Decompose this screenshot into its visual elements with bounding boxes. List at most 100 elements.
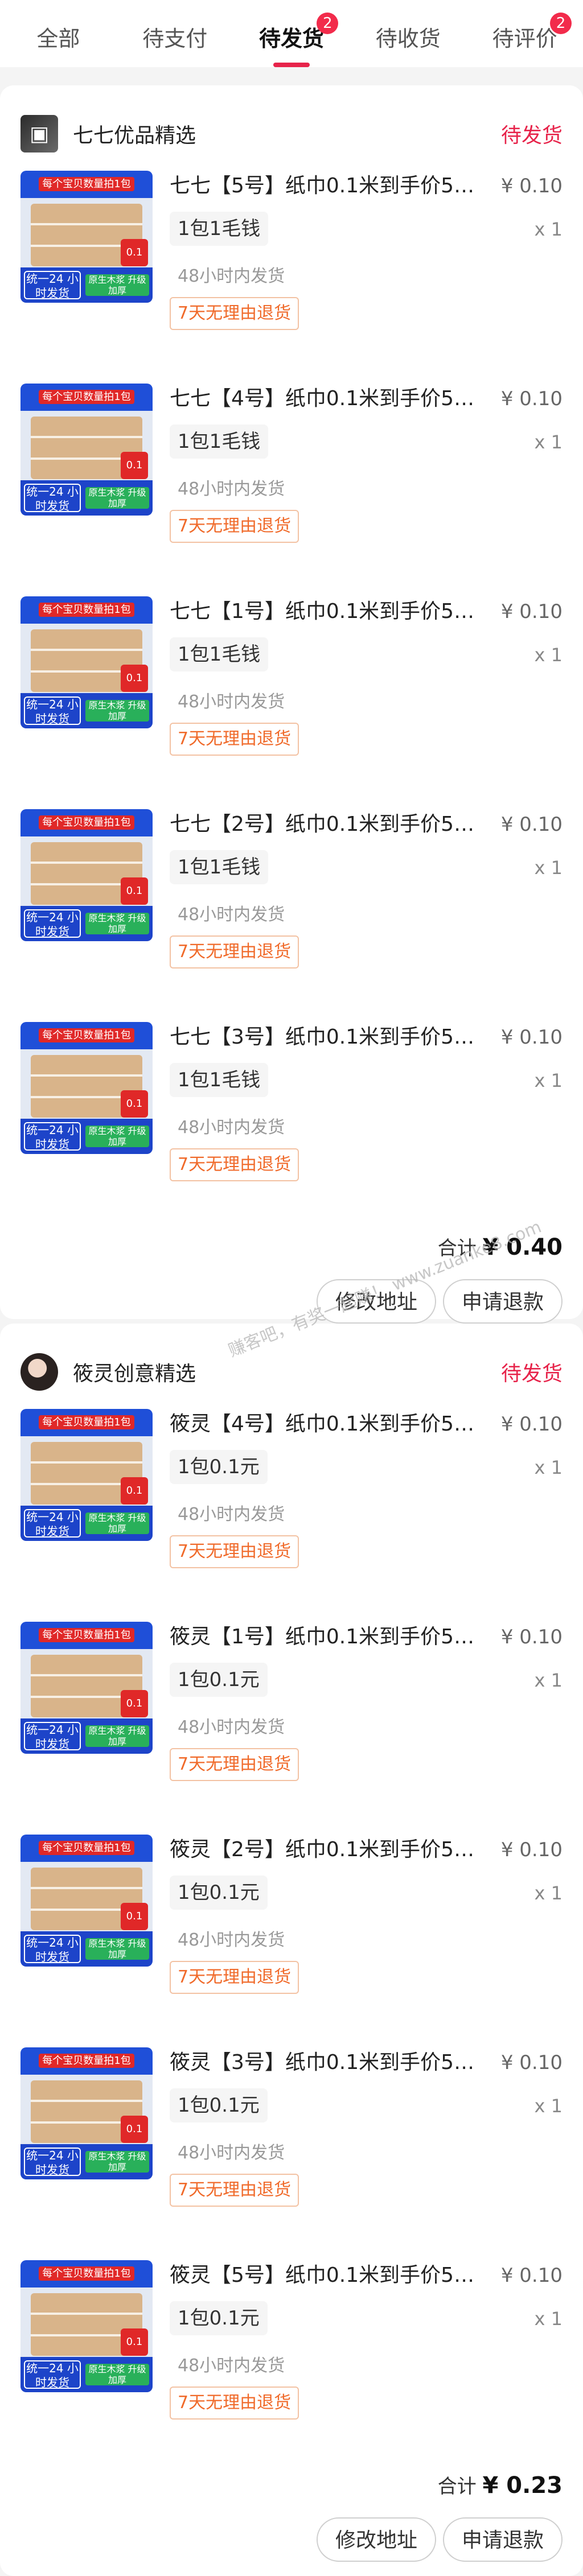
thumb-banner: 每个宝贝数量拍1包 bbox=[20, 384, 153, 411]
thumb-banner: 每个宝贝数量拍1包 bbox=[20, 1622, 153, 1649]
thumb-shipping-text: 统一24 小时发货 bbox=[24, 271, 81, 300]
product-thumbnail[interactable]: 每个宝贝数量拍1包 0.1 统一24 小时发货 原生木浆 升级加厚 bbox=[20, 2047, 153, 2179]
shipping-promise: 48小时内发货 bbox=[178, 266, 285, 286]
thumb-banner: 每个宝贝数量拍1包 bbox=[20, 1409, 153, 1436]
product-title[interactable]: 七七【5号】纸巾0.1米到手价5个链… bbox=[170, 172, 488, 200]
product-quantity: x 1 bbox=[534, 1457, 563, 1478]
tab-pending-receipt[interactable]: 待收货 bbox=[350, 0, 466, 67]
thumb-banner: 每个宝贝数量拍1包 bbox=[20, 1835, 153, 1862]
product-spec: 1包1毛钱 bbox=[170, 637, 269, 671]
product-thumbnail[interactable]: 每个宝贝数量拍1包 0.1 统一24 小时发货 原生木浆 升级加厚 bbox=[20, 1409, 153, 1541]
shop-header[interactable]: ▣ 七七优品精选 待发货 bbox=[20, 114, 563, 154]
thumb-footer: 统一24 小时发货 原生木浆 升级加厚 bbox=[20, 1119, 153, 1154]
order-item[interactable]: 每个宝贝数量拍1包 0.1 统一24 小时发货 原生木浆 升级加厚 筱灵【4号】纸巾0.… bbox=[20, 1409, 563, 1619]
product-spec: 1包1毛钱 bbox=[170, 424, 269, 459]
product-spec: 1包0.1元 bbox=[170, 1450, 268, 1484]
thumb-banner: 每个宝贝数量拍1包 bbox=[20, 809, 153, 836]
thumb-footer: 统一24 小时发货 原生木浆 升级加厚 bbox=[20, 2357, 153, 2392]
product-thumbnail[interactable]: 每个宝贝数量拍1包 0.1 统一24 小时发货 原生木浆 升级加厚 bbox=[20, 1622, 153, 1754]
product-thumbnail[interactable]: 每个宝贝数量拍1包 0.1 统一24 小时发货 原生木浆 升级加厚 bbox=[20, 171, 153, 303]
order-item[interactable]: 每个宝贝数量拍1包 0.1 统一24 小时发货 原生木浆 升级加厚 筱灵【3号】纸巾0.… bbox=[20, 2047, 563, 2258]
tab-count-badge: 2 bbox=[317, 13, 339, 34]
return-policy-tag: 7天无理由退货 bbox=[170, 2387, 299, 2420]
thumb-price-tag: 0.1 bbox=[121, 2328, 148, 2356]
product-quantity: x 1 bbox=[534, 2308, 563, 2330]
thumb-feature-text: 原生木浆 升级加厚 bbox=[85, 2364, 149, 2385]
product-spec: 1包1毛钱 bbox=[170, 1063, 269, 1097]
tab-label: 待支付 bbox=[142, 26, 208, 51]
thumb-price-tag: 0.1 bbox=[121, 665, 148, 692]
return-policy-tag: 7天无理由退货 bbox=[170, 935, 299, 968]
total-amount: ¥ 0.23 bbox=[482, 2472, 563, 2499]
thumb-price-tag: 0.1 bbox=[121, 1690, 148, 1717]
product-title[interactable]: 筱灵【4号】纸巾0.1米到手价5个链… bbox=[170, 1410, 488, 1439]
thumb-price-tag: 0.1 bbox=[121, 1477, 148, 1505]
product-spec: 1包0.1元 bbox=[170, 2301, 268, 2335]
product-thumbnail[interactable]: 每个宝贝数量拍1包 0.1 统一24 小时发货 原生木浆 升级加厚 bbox=[20, 1022, 153, 1154]
return-policy-tag: 7天无理由退货 bbox=[170, 723, 299, 756]
order-item[interactable]: 每个宝贝数量拍1包 0.1 统一24 小时发货 原生木浆 升级加厚 筱灵【2号】纸巾0.… bbox=[20, 1835, 563, 2045]
order-item[interactable]: 每个宝贝数量拍1包 0.1 统一24 小时发货 原生木浆 升级加厚 七七【2号】纸巾0.… bbox=[20, 809, 563, 1020]
product-title[interactable]: 七七【1号】纸巾0.1米到手价5个链… bbox=[170, 597, 488, 626]
thumb-price-tag: 0.1 bbox=[121, 1903, 148, 1930]
tab-pending-payment[interactable]: 待支付 bbox=[117, 0, 233, 67]
thumb-footer: 统一24 小时发货 原生木浆 升级加厚 bbox=[20, 1718, 153, 1754]
thumb-banner: 每个宝贝数量拍1包 bbox=[20, 171, 153, 198]
return-policy-tag: 7天无理由退货 bbox=[170, 1535, 299, 1568]
thumb-feature-text: 原生木浆 升级加厚 bbox=[85, 1512, 149, 1534]
product-quantity: x 1 bbox=[534, 857, 563, 879]
return-policy-tag: 7天无理由退货 bbox=[170, 510, 299, 543]
product-title[interactable]: 七七【3号】纸巾0.1米到手价5个链… bbox=[170, 1023, 488, 1052]
product-thumbnail[interactable]: 每个宝贝数量拍1包 0.1 统一24 小时发货 原生木浆 升级加厚 bbox=[20, 596, 153, 728]
product-thumbnail[interactable]: 每个宝贝数量拍1包 0.1 统一24 小时发货 原生木浆 升级加厚 bbox=[20, 809, 153, 941]
tab-count-badge: 2 bbox=[549, 13, 572, 34]
thumb-feature-text: 原生木浆 升级加厚 bbox=[85, 487, 149, 509]
tab-all[interactable]: 全部 bbox=[0, 0, 117, 67]
order-item[interactable]: 每个宝贝数量拍1包 0.1 统一24 小时发货 原生木浆 升级加厚 七七【4号】纸巾0.… bbox=[20, 384, 563, 594]
product-title[interactable]: 筱灵【5号】纸巾0.1米到手价5个链… bbox=[170, 2261, 488, 2290]
product-quantity: x 1 bbox=[534, 219, 563, 240]
product-spec: 1包0.1元 bbox=[170, 1876, 268, 1910]
product-title[interactable]: 七七【4号】纸巾0.1米到手价5个链… bbox=[170, 385, 488, 413]
tab-pending-review[interactable]: 待评价 2 bbox=[466, 0, 583, 67]
thumb-shipping-text: 统一24 小时发货 bbox=[24, 1722, 81, 1751]
request-refund-button[interactable]: 申请退款 bbox=[443, 1279, 563, 1324]
order-status-tabs: 全部 待支付 待发货 2 待收货 待评价 2 bbox=[0, 0, 583, 67]
order-item[interactable]: 每个宝贝数量拍1包 0.1 统一24 小时发货 原生木浆 升级加厚 筱灵【5号】纸巾0.… bbox=[20, 2260, 563, 2471]
product-title[interactable]: 筱灵【2号】纸巾0.1米到手价5个链… bbox=[170, 1836, 488, 1864]
thumb-price-tag: 0.1 bbox=[121, 877, 148, 905]
product-quantity: x 1 bbox=[534, 2095, 563, 2117]
product-title[interactable]: 筱灵【1号】纸巾0.1米到手价5个链… bbox=[170, 1623, 488, 1651]
thumb-shipping-text: 统一24 小时发货 bbox=[24, 909, 81, 938]
product-thumbnail[interactable]: 每个宝贝数量拍1包 0.1 统一24 小时发货 原生木浆 升级加厚 bbox=[20, 1835, 153, 1967]
thumb-footer: 统一24 小时发货 原生木浆 升级加厚 bbox=[20, 906, 153, 941]
product-quantity: x 1 bbox=[534, 644, 563, 666]
tab-pending-shipment[interactable]: 待发货 2 bbox=[233, 0, 350, 67]
thumb-footer: 统一24 小时发货 原生木浆 升级加厚 bbox=[20, 693, 153, 728]
tab-label: 待发货 bbox=[258, 26, 324, 51]
thumb-banner: 每个宝贝数量拍1包 bbox=[20, 2047, 153, 2075]
modify-address-button[interactable]: 修改地址 bbox=[317, 2517, 436, 2562]
product-thumbnail[interactable]: 每个宝贝数量拍1包 0.1 统一24 小时发货 原生木浆 升级加厚 bbox=[20, 384, 153, 516]
product-title[interactable]: 七七【2号】纸巾0.1米到手价5个链… bbox=[170, 810, 488, 839]
order-item[interactable]: 每个宝贝数量拍1包 0.1 统一24 小时发货 原生木浆 升级加厚 七七【3号】纸巾0.… bbox=[20, 1022, 563, 1233]
thumb-footer: 统一24 小时发货 原生木浆 升级加厚 bbox=[20, 267, 153, 303]
product-thumbnail[interactable]: 每个宝贝数量拍1包 0.1 统一24 小时发货 原生木浆 升级加厚 bbox=[20, 2260, 153, 2392]
product-price: ¥ 0.10 bbox=[500, 2264, 563, 2287]
product-price: ¥ 0.10 bbox=[500, 1026, 563, 1049]
product-price: ¥ 0.10 bbox=[500, 1413, 563, 1436]
product-price: ¥ 0.10 bbox=[500, 600, 563, 623]
tab-label: 待评价 bbox=[492, 26, 557, 51]
thumb-footer: 统一24 小时发货 原生木浆 升级加厚 bbox=[20, 1506, 153, 1541]
order-status: 待发货 bbox=[500, 1362, 563, 1386]
order-item[interactable]: 每个宝贝数量拍1包 0.1 统一24 小时发货 原生木浆 升级加厚 七七【1号】纸巾0.… bbox=[20, 596, 563, 807]
order-item[interactable]: 每个宝贝数量拍1包 0.1 统一24 小时发货 原生木浆 升级加厚 筱灵【1号】纸巾0.… bbox=[20, 1622, 563, 1832]
thumb-footer: 统一24 小时发货 原生木浆 升级加厚 bbox=[20, 1931, 153, 1967]
product-price: ¥ 0.10 bbox=[500, 175, 563, 197]
product-price: ¥ 0.10 bbox=[500, 813, 563, 836]
shop-header[interactable]: 筱灵创意精选 待发货 bbox=[20, 1352, 563, 1392]
thumb-feature-text: 原生木浆 升级加厚 bbox=[85, 913, 149, 934]
request-refund-button[interactable]: 申请退款 bbox=[443, 2517, 563, 2562]
order-item[interactable]: 每个宝贝数量拍1包 0.1 统一24 小时发货 原生木浆 升级加厚 七七【5号】纸巾0.… bbox=[20, 171, 563, 381]
product-title[interactable]: 筱灵【3号】纸巾0.1米到手价5个链… bbox=[170, 2049, 488, 2077]
